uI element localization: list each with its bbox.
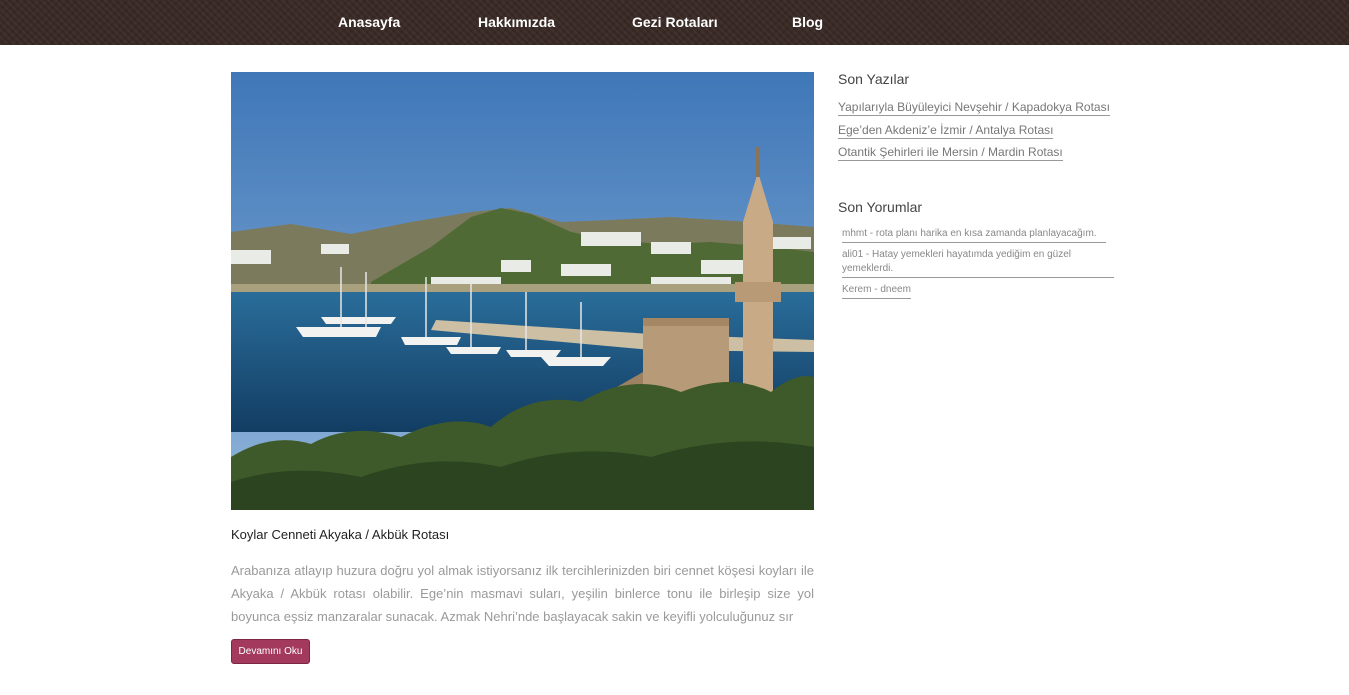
read-more-button[interactable]: Devamını Oku — [231, 639, 310, 664]
recent-comments-title: Son Yorumlar — [838, 199, 923, 215]
recent-comment[interactable]: Kerem - dneem — [842, 283, 911, 299]
recent-post-link[interactable]: Otantik Şehirleri ile Mersin / Mardin Ro… — [838, 145, 1063, 161]
recent-post-link[interactable]: Yapılarıyla Büyüleyici Nevşehir / Kapado… — [838, 100, 1110, 116]
nav-link-about[interactable]: Hakkımızda — [478, 14, 555, 30]
recent-comment[interactable]: mhmt - rota planı harika en kısa zamanda… — [842, 227, 1106, 243]
nav-link-home[interactable]: Anasayfa — [338, 14, 400, 30]
recent-posts-title: Son Yazılar — [838, 71, 910, 87]
nav-link-blog[interactable]: Blog — [792, 14, 823, 30]
recent-comment[interactable]: ali01 - Hatay yemekleri hayatımda yediği… — [842, 248, 1114, 278]
post-excerpt: Arabanıza atlayıp huzura doğru yol almak… — [231, 563, 814, 624]
recent-post-link[interactable]: Ege’den Akdeniz’e İzmir / Antalya Rotası — [838, 123, 1054, 139]
nav-link-travel-routes[interactable]: Gezi Rotaları — [632, 14, 718, 30]
post-featured-image[interactable] — [231, 72, 814, 510]
top-navigation-bar: Anasayfa Hakkımızda Gezi Rotaları Blog — [0, 0, 1349, 45]
post-title[interactable]: Koylar Cenneti Akyaka / Akbük Rotası — [231, 527, 449, 542]
